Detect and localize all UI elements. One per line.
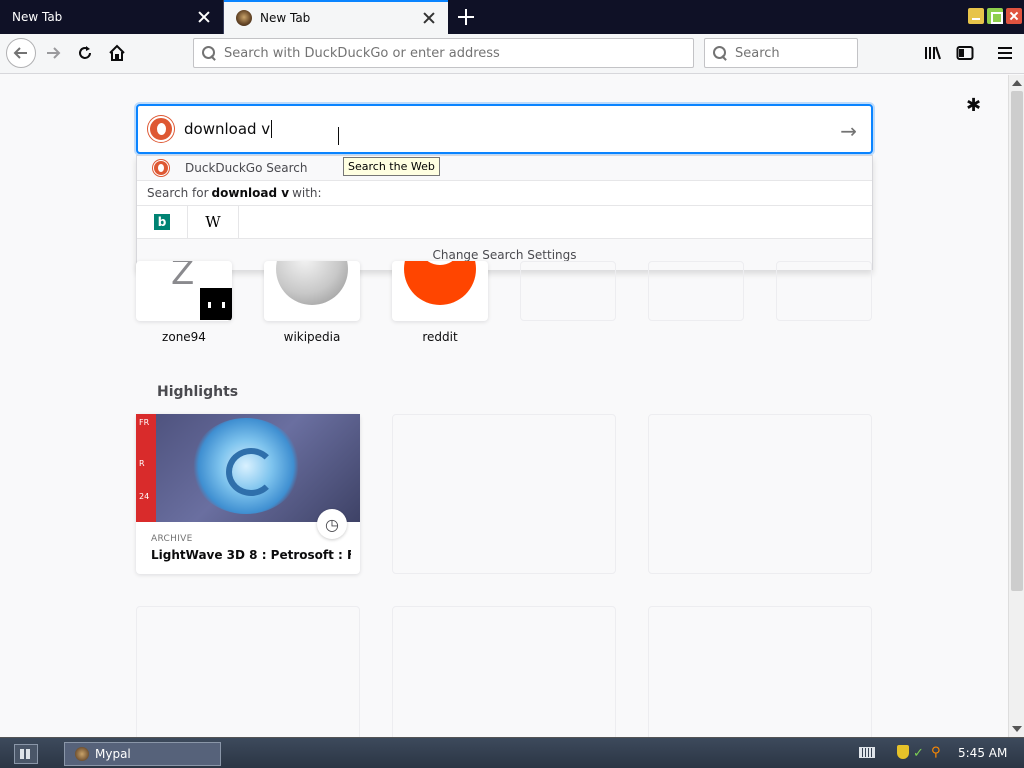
forward-button[interactable] (38, 38, 68, 68)
sidebar-icon (956, 46, 974, 60)
home-icon (109, 44, 125, 61)
highlight-card-empty (136, 606, 360, 737)
change-search-settings-button[interactable]: Change Search Settings (137, 239, 872, 270)
search-for-suffix: with: (292, 186, 322, 200)
bing-icon: b (154, 214, 170, 230)
highlight-thumbnail: FR R 24 (136, 414, 360, 522)
keyboard-icon[interactable] (859, 747, 875, 758)
highlight-card-empty (648, 606, 872, 737)
reddit-logo-icon (404, 261, 476, 305)
back-arrow-icon (13, 47, 27, 59)
top-site-label: reddit (422, 330, 458, 344)
top-site-wikipedia[interactable] (264, 261, 360, 321)
search-query-text: download v (184, 120, 271, 138)
search-tray-icon[interactable]: ⚲ (931, 745, 941, 760)
library-button[interactable] (918, 38, 948, 68)
bing-engine-button[interactable]: b (137, 205, 188, 239)
top-site-zone94[interactable]: Z (136, 261, 232, 321)
highlight-card-empty (648, 414, 872, 574)
scroll-up-arrow-icon[interactable] (1012, 80, 1022, 86)
page-search-input[interactable]: download v → (136, 104, 873, 154)
duckduckgo-icon (153, 160, 169, 176)
tab-label: New Tab (12, 10, 63, 24)
wikipedia-icon: W (205, 213, 221, 231)
minimize-window-button[interactable] (968, 8, 984, 24)
maximize-window-button[interactable] (987, 8, 1003, 24)
close-icon[interactable] (197, 10, 211, 24)
back-button[interactable] (6, 38, 36, 68)
wikipedia-engine-button[interactable]: W (188, 205, 239, 239)
search-placeholder: Search (735, 45, 780, 61)
taskbar-app-label: Mypal (95, 747, 131, 761)
highlight-card[interactable]: FR R 24 ◷ ARCHIVE LightWave 3D 8 : Petro… (136, 414, 360, 574)
forward-arrow-icon (47, 47, 61, 59)
highlight-card-empty (392, 606, 616, 737)
search-for-row: Search for download v with: (137, 181, 872, 206)
menu-button[interactable] (990, 38, 1020, 68)
close-icon[interactable] (422, 11, 436, 25)
text-caret (271, 120, 273, 138)
shield-icon[interactable] (897, 745, 909, 759)
taskbar: Mypal ✓ ⚲ 5:45 AM (0, 737, 1024, 768)
mypal-icon (75, 747, 89, 761)
zone94-screenshot-icon (199, 287, 232, 321)
top-site-empty[interactable] (648, 261, 744, 321)
highlights-heading: Highlights (157, 384, 239, 400)
sidebar-toggle-button[interactable] (950, 38, 980, 68)
mypal-favicon-icon (236, 10, 252, 26)
taskbar-app-mypal[interactable]: Mypal (64, 742, 221, 766)
zone94-logo-icon: Z (171, 261, 195, 293)
highlight-source-label: ARCHIVE (151, 534, 193, 544)
search-icon (713, 46, 727, 60)
highlight-card-empty (392, 414, 616, 574)
start-menu-button[interactable] (14, 744, 38, 764)
clock-icon: ◷ (317, 509, 347, 539)
system-clock[interactable]: 5:45 AM (958, 746, 1007, 760)
search-go-arrow-icon[interactable]: → (840, 119, 857, 143)
alternate-engines-row: b W (137, 205, 872, 239)
gear-icon[interactable]: ✱ (966, 95, 981, 116)
network-icon[interactable]: ✓ (913, 746, 924, 761)
address-bar[interactable]: Search with DuckDuckGo or enter address (193, 38, 694, 68)
top-site-label: zone94 (162, 330, 206, 344)
top-site-reddit[interactable] (392, 261, 488, 321)
lightwave-logo-icon (191, 418, 301, 514)
home-button[interactable] (102, 38, 132, 68)
mouse-ibeam-cursor (338, 127, 348, 145)
close-window-button[interactable] (1006, 8, 1022, 24)
scroll-down-arrow-icon[interactable] (1012, 726, 1022, 732)
reload-button[interactable] (70, 38, 100, 68)
duckduckgo-logo-icon (148, 116, 174, 142)
tab-new-tab-2[interactable]: New Tab (224, 0, 448, 34)
top-site-empty[interactable] (520, 261, 616, 321)
reload-icon (79, 46, 91, 59)
search-for-prefix: Search for (147, 186, 209, 200)
tab-new-tab-1[interactable]: New Tab (0, 0, 224, 34)
highlight-title: LightWave 3D 8 : Petrosoft : Fre... (151, 548, 351, 562)
wikipedia-globe-icon (276, 261, 348, 305)
tab-label: New Tab (260, 11, 311, 25)
search-for-query: download v (211, 186, 290, 200)
search-bar[interactable]: Search (704, 38, 858, 68)
navigation-bar: Search with DuckDuckGo or enter address … (0, 34, 1024, 74)
vertical-scrollbar[interactable] (1008, 75, 1024, 737)
new-tab-page: ✱ download v → DuckDuckGo Search Search … (0, 75, 1008, 737)
ruler-strip: FR R 24 (136, 414, 156, 522)
tab-strip: New Tab New Tab (0, 0, 1024, 34)
engine-name-label: DuckDuckGo Search (185, 161, 308, 175)
scrollbar-thumb[interactable] (1011, 91, 1023, 591)
address-placeholder: Search with DuckDuckGo or enter address (224, 45, 500, 61)
hamburger-menu-icon (998, 47, 1012, 59)
top-site-empty[interactable] (776, 261, 872, 321)
top-site-label: wikipedia (283, 330, 341, 344)
change-search-settings-label: Change Search Settings (432, 247, 577, 262)
current-engine-row[interactable]: DuckDuckGo Search (137, 156, 872, 181)
new-tab-plus-icon[interactable] (456, 7, 476, 27)
tooltip: Search the Web (343, 157, 440, 176)
library-icon (925, 46, 941, 60)
search-suggestions-dropdown: DuckDuckGo Search Search for download v … (136, 155, 873, 270)
search-icon (202, 46, 216, 60)
